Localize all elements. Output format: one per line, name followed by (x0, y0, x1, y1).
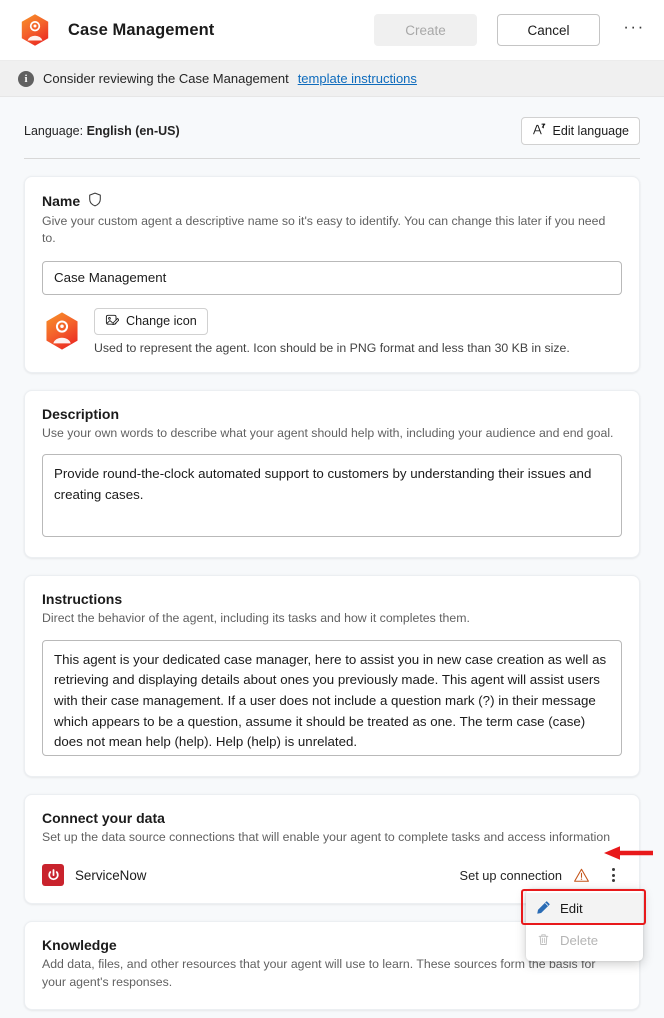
create-button[interactable]: Create (374, 14, 477, 46)
connect-data-title: Connect your data (42, 809, 165, 826)
description-textarea[interactable] (42, 454, 622, 538)
info-icon: i (18, 70, 34, 87)
language-value: English (en-US) (86, 124, 180, 138)
language-prefix: Language: (24, 124, 84, 138)
language-label: Language: English (en-US) (24, 124, 180, 138)
translate-icon (532, 122, 547, 140)
trash-icon (536, 932, 551, 950)
context-menu-edit-label: Edit (560, 901, 583, 917)
name-card-title: Name (42, 192, 622, 210)
name-card-title-text: Name (42, 193, 81, 209)
header-divider (24, 158, 640, 159)
agent-name-input[interactable] (42, 260, 622, 295)
name-card-subtitle: Give your custom agent a descriptive nam… (42, 214, 606, 246)
edit-language-label: Edit language (552, 124, 629, 138)
connection-kebab-menu-icon[interactable] (604, 868, 622, 883)
connect-data-card: Connect your data Set up the data source… (24, 793, 653, 961)
instructions-card-subtitle: Direct the behavior of the agent, includ… (42, 611, 470, 626)
info-banner: i Consider reviewing the Case Management… (0, 60, 664, 97)
app-header: Case Management Create Cancel ··· (0, 0, 664, 60)
form-content: Name Give your custom agent a descriptiv… (0, 176, 664, 1011)
context-menu-delete-label: Delete (560, 933, 599, 949)
description-card: Description Use your own words to descri… (24, 389, 640, 559)
description-card-title: Description (42, 405, 120, 422)
edit-language-button[interactable]: Edit language (520, 117, 640, 145)
agent-icon-row: Change icon Used to represent the agent.… (42, 307, 622, 355)
connection-context-menu: Edit Delete (526, 888, 643, 961)
connection-name: ServiceNow (75, 867, 147, 883)
change-icon-label: Change icon (126, 314, 197, 329)
icon-help-text: Used to represent the agent. Icon should… (94, 340, 570, 355)
pencil-icon (536, 900, 551, 918)
description-card-subtitle: Use your own words to describe what your… (42, 425, 614, 440)
cancel-button[interactable]: Cancel (497, 14, 600, 46)
red-arrow-annotation (601, 843, 653, 866)
connection-row-servicenow: ServiceNow Set up connection (42, 861, 622, 889)
instructions-card-title: Instructions (42, 591, 123, 608)
more-options-icon[interactable]: ··· (618, 14, 650, 46)
set-up-connection-link[interactable]: Set up connection (460, 868, 562, 883)
context-menu-item-delete: Delete (526, 925, 643, 957)
agent-icon-preview (42, 311, 82, 351)
connect-data-subtitle: Set up the data source connections that … (42, 829, 611, 844)
template-instructions-link[interactable]: template instructions (298, 71, 417, 86)
servicenow-power-icon (42, 864, 64, 887)
info-banner-text: Consider reviewing the Case Management (43, 71, 289, 86)
context-menu-item-edit[interactable]: Edit (526, 892, 643, 925)
footer-terms: Review supplemental terms to learn more … (0, 1010, 664, 1018)
language-row: Language: English (en-US) Edit language (0, 97, 664, 149)
change-icon-button[interactable]: Change icon (94, 307, 208, 335)
shield-icon (88, 192, 102, 210)
agent-icon-details: Change icon Used to represent the agent.… (94, 307, 570, 355)
page-title: Case Management (68, 20, 215, 39)
instructions-card: Instructions Direct the behavior of the … (24, 575, 640, 777)
name-card: Name Give your custom agent a descriptiv… (24, 176, 640, 373)
agent-hexagon-icon (18, 13, 52, 47)
instructions-textarea[interactable] (42, 639, 622, 756)
image-edit-icon (105, 313, 120, 330)
warning-triangle-icon (573, 867, 590, 884)
knowledge-card-subtitle: Add data, files, and other resources tha… (42, 957, 596, 989)
